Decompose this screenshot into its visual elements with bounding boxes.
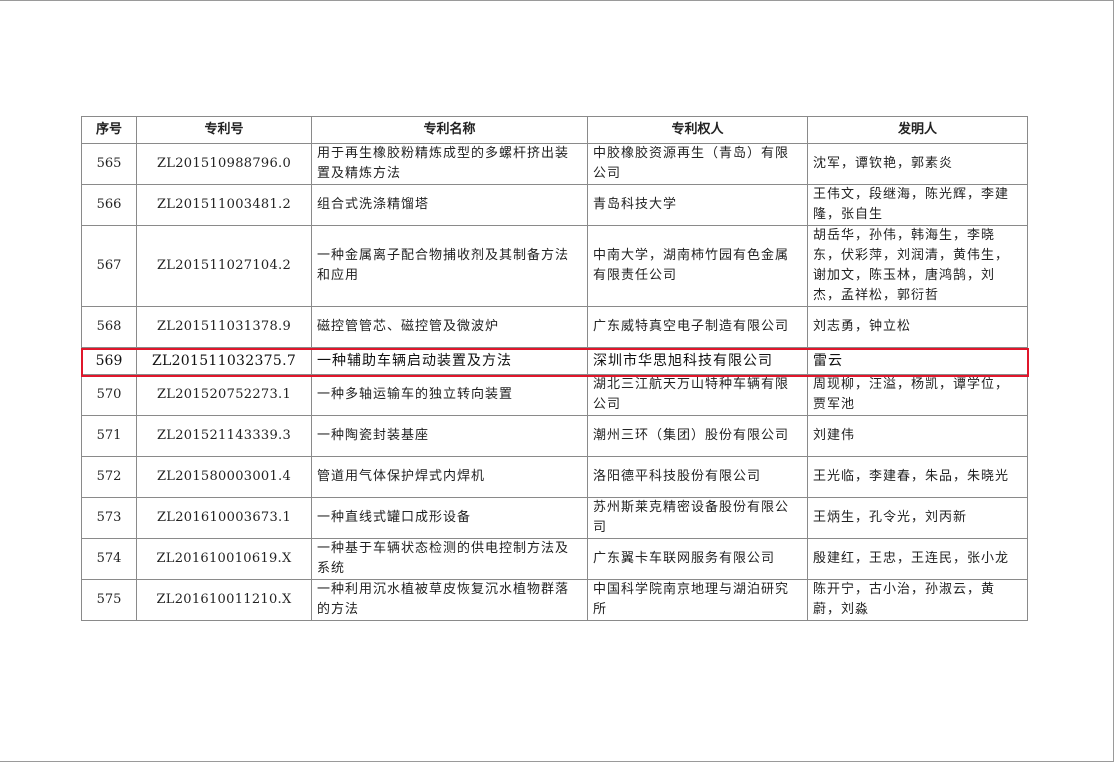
table-row: 568 ZL201511031378.9 磁控管管芯、磁控管及微波炉 广东威特真… bbox=[81, 306, 1028, 348]
cell-patent-name: 一种直线式罐口成形设备 bbox=[311, 497, 588, 539]
table-row: 570 ZL201520752273.1 一种多轴运输车的独立转向装置 湖北三江… bbox=[81, 374, 1028, 416]
header-patent-name: 专利名称 bbox=[311, 116, 588, 144]
cell-inventor: 刘志勇，钟立松 bbox=[807, 306, 1028, 348]
cell-no: 565 bbox=[81, 143, 137, 185]
cell-patent-name: 一种金属离子配合物捕收剂及其制备方法和应用 bbox=[311, 225, 588, 307]
cell-no: 570 bbox=[81, 374, 137, 416]
cell-no: 573 bbox=[81, 497, 137, 539]
header-owner: 专利权人 bbox=[587, 116, 808, 144]
cell-owner: 广东威特真空电子制造有限公司 bbox=[587, 306, 808, 348]
cell-inventor: 王光临，李建春，朱品，朱晓光 bbox=[807, 456, 1028, 498]
cell-owner: 广东翼卡车联网服务有限公司 bbox=[587, 538, 808, 580]
cell-inventor: 陈开宁，古小治，孙淑云，黄蔚，刘淼 bbox=[807, 579, 1028, 621]
cell-no: 572 bbox=[81, 456, 137, 498]
table-row: 571 ZL201521143339.3 一种陶瓷封装基座 潮州三环（集团）股份… bbox=[81, 415, 1028, 457]
cell-patent-name: 一种利用沉水植被草皮恢复沉水植物群落的方法 bbox=[311, 579, 588, 621]
cell-no: 568 bbox=[81, 306, 137, 348]
cell-patent-no: ZL201511027104.2 bbox=[136, 225, 312, 307]
cell-patent-no: ZL201610003673.1 bbox=[136, 497, 312, 539]
table-row: 575 ZL201610011210.X 一种利用沉水植被草皮恢复沉水植物群落的… bbox=[81, 579, 1028, 621]
patent-table: 序号 专利号 专利名称 专利权人 发明人 565 ZL201510988796.… bbox=[81, 116, 1028, 621]
header-patent-no: 专利号 bbox=[136, 116, 312, 144]
cell-inventor: 刘建伟 bbox=[807, 415, 1028, 457]
cell-patent-no: ZL201511031378.9 bbox=[136, 306, 312, 348]
cell-owner: 湖北三江航天万山特种车辆有限公司 bbox=[587, 374, 808, 416]
cell-patent-name: 一种陶瓷封装基座 bbox=[311, 415, 588, 457]
cell-no: 566 bbox=[81, 184, 137, 226]
header-no: 序号 bbox=[81, 116, 137, 144]
cell-owner: 苏州斯莱克精密设备股份有限公司 bbox=[587, 497, 808, 539]
cell-patent-name: 组合式洗涤精馏塔 bbox=[311, 184, 588, 226]
table-row: 572 ZL201580003001.4 管道用气体保护焊式内焊机 洛阳德平科技… bbox=[81, 456, 1028, 498]
table-row: 573 ZL201610003673.1 一种直线式罐口成形设备 苏州斯莱克精密… bbox=[81, 497, 1028, 539]
table-row: 574 ZL201610010619.X 一种基于车辆状态检测的供电控制方法及系… bbox=[81, 538, 1028, 580]
cell-patent-no: ZL201610010619.X bbox=[136, 538, 312, 580]
cell-inventor: 周现柳，汪溢，杨凯，谭学位，贾军池 bbox=[807, 374, 1028, 416]
document-page: 序号 专利号 专利名称 专利权人 发明人 565 ZL201510988796.… bbox=[0, 0, 1114, 762]
cell-patent-no: ZL201511032375.7 bbox=[136, 347, 312, 375]
cell-owner: 青岛科技大学 bbox=[587, 184, 808, 226]
cell-patent-no: ZL201510988796.0 bbox=[136, 143, 312, 185]
cell-no: 569 bbox=[81, 347, 137, 375]
cell-no: 574 bbox=[81, 538, 137, 580]
cell-patent-name: 一种基于车辆状态检测的供电控制方法及系统 bbox=[311, 538, 588, 580]
cell-no: 571 bbox=[81, 415, 137, 457]
cell-owner: 洛阳德平科技股份有限公司 bbox=[587, 456, 808, 498]
cell-patent-name: 用于再生橡胶粉精炼成型的多螺杆挤出装置及精炼方法 bbox=[311, 143, 588, 185]
table-row: 565 ZL201510988796.0 用于再生橡胶粉精炼成型的多螺杆挤出装置… bbox=[81, 143, 1028, 185]
cell-owner: 深圳市华思旭科技有限公司 bbox=[587, 347, 808, 375]
cell-no: 575 bbox=[81, 579, 137, 621]
cell-owner: 中南大学，湖南柿竹园有色金属有限责任公司 bbox=[587, 225, 808, 307]
cell-patent-name: 一种多轴运输车的独立转向装置 bbox=[311, 374, 588, 416]
cell-inventor: 沈军，谭钦艳，郭素炎 bbox=[807, 143, 1028, 185]
cell-inventor: 王伟文，段继海，陈光辉，李建隆，张自生 bbox=[807, 184, 1028, 226]
cell-no: 567 bbox=[81, 225, 137, 307]
cell-patent-no: ZL201521143339.3 bbox=[136, 415, 312, 457]
table-row: 567 ZL201511027104.2 一种金属离子配合物捕收剂及其制备方法和… bbox=[81, 225, 1028, 307]
cell-owner: 中胶橡胶资源再生（青岛）有限公司 bbox=[587, 143, 808, 185]
cell-patent-no: ZL201580003001.4 bbox=[136, 456, 312, 498]
cell-patent-no: ZL201610011210.X bbox=[136, 579, 312, 621]
table-row-highlighted: 569 ZL201511032375.7 一种辅助车辆启动装置及方法 深圳市华思… bbox=[81, 347, 1028, 375]
cell-patent-no: ZL201511003481.2 bbox=[136, 184, 312, 226]
header-inventor: 发明人 bbox=[807, 116, 1028, 144]
cell-inventor: 王炳生，孔令光，刘丙新 bbox=[807, 497, 1028, 539]
cell-inventor: 殷建红，王忠，王连民，张小龙 bbox=[807, 538, 1028, 580]
table-header-row: 序号 专利号 专利名称 专利权人 发明人 bbox=[81, 116, 1028, 144]
cell-patent-no: ZL201520752273.1 bbox=[136, 374, 312, 416]
cell-inventor: 雷云 bbox=[807, 347, 1028, 375]
cell-owner: 潮州三环（集团）股份有限公司 bbox=[587, 415, 808, 457]
cell-inventor: 胡岳华，孙伟，韩海生，李晓东，伏彩萍，刘润清，黄伟生，谢加文，陈玉林，唐鸿鹄，刘… bbox=[807, 225, 1028, 307]
cell-patent-name: 磁控管管芯、磁控管及微波炉 bbox=[311, 306, 588, 348]
cell-patent-name: 管道用气体保护焊式内焊机 bbox=[311, 456, 588, 498]
table-row: 566 ZL201511003481.2 组合式洗涤精馏塔 青岛科技大学 王伟文… bbox=[81, 184, 1028, 226]
cell-patent-name: 一种辅助车辆启动装置及方法 bbox=[311, 347, 588, 375]
cell-owner: 中国科学院南京地理与湖泊研究所 bbox=[587, 579, 808, 621]
